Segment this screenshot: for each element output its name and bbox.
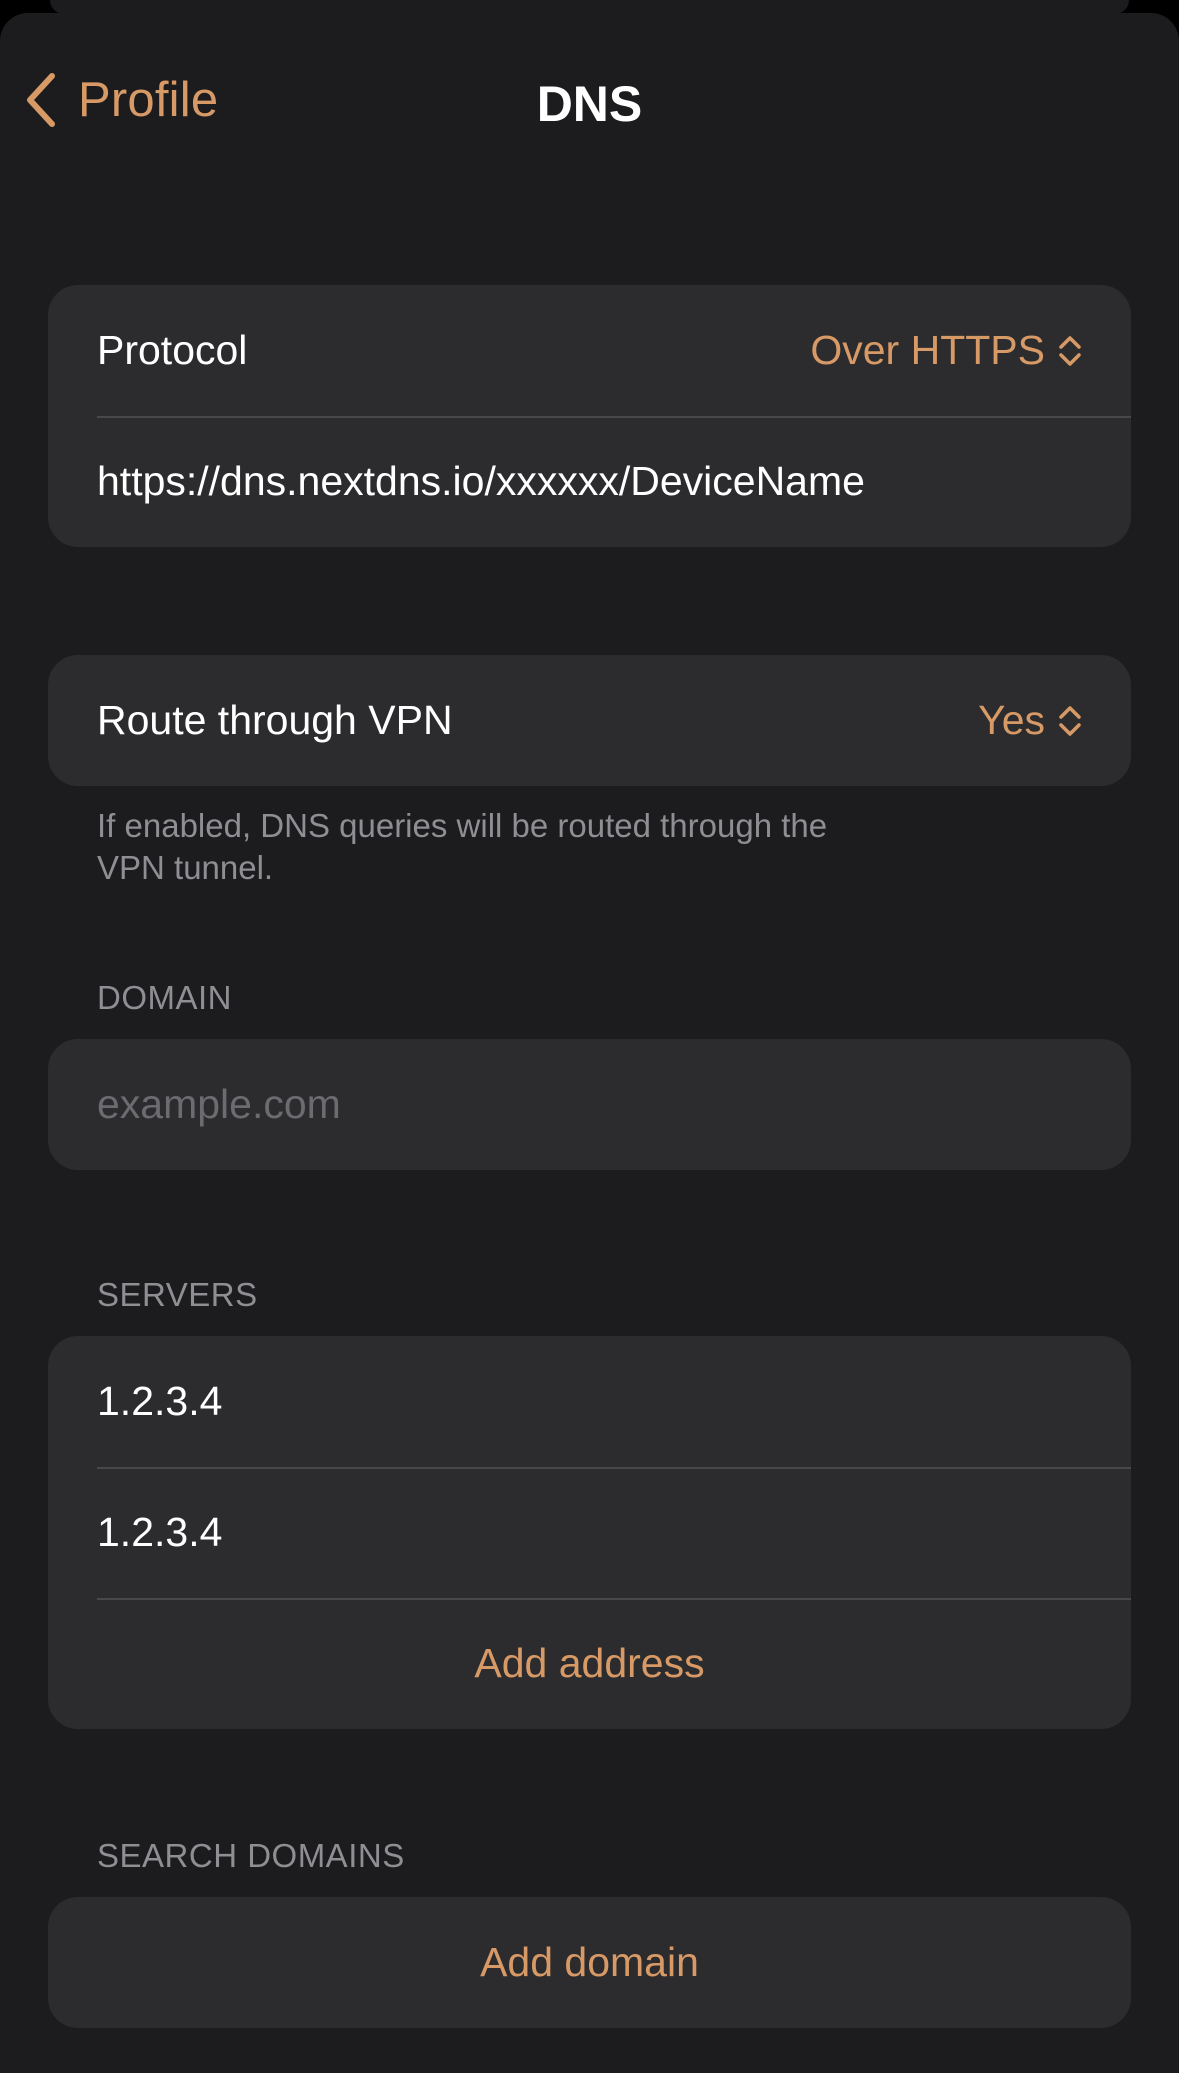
chevron-up-down-icon [1045, 333, 1083, 369]
server-url-row[interactable]: https://dns.nextdns.io/xxxxxx/DeviceName [48, 416, 1131, 547]
protocol-group: Protocol Over HTTPS https://dns.nextdns.… [48, 285, 1131, 547]
servers-section-header: SERVERS [97, 1276, 258, 1313]
protocol-value: Over HTTPS [810, 327, 1045, 373]
page-title: DNS [536, 76, 643, 132]
route-vpn-label: Route through VPN [97, 697, 453, 743]
server-address-row[interactable]: 1.2.3.4 [48, 1336, 1131, 1467]
dns-settings-sheet: Profile DNS Protocol Over HTTPS https://… [0, 13, 1179, 2073]
server-address[interactable]: 1.2.3.4 [97, 1509, 222, 1556]
servers-group: 1.2.3.4 1.2.3.4 Add address [48, 1336, 1131, 1729]
domain-input[interactable] [97, 1081, 1083, 1128]
domain-group [48, 1039, 1131, 1170]
add-domain-button[interactable]: Add domain [480, 1939, 699, 1986]
route-vpn-footer-line: If enabled, DNS queries will be routed t… [97, 807, 828, 844]
add-address-button[interactable]: Add address [474, 1640, 704, 1687]
server-url-field[interactable]: https://dns.nextdns.io/xxxxxx/DeviceName [97, 458, 865, 505]
protocol-label: Protocol [97, 327, 248, 373]
search-domains-group: Add domain [48, 1897, 1131, 2028]
route-vpn-footer: If enabled, DNS queries will be routed t… [97, 805, 997, 889]
add-domain-row[interactable]: Add domain [48, 1897, 1131, 2028]
server-address[interactable]: 1.2.3.4 [97, 1378, 222, 1425]
chevron-up-down-icon [1045, 703, 1083, 739]
route-vpn-picker[interactable]: Yes [978, 697, 1083, 744]
domain-row[interactable] [48, 1039, 1131, 1170]
domain-section-header: DOMAIN [97, 979, 232, 1016]
add-address-row[interactable]: Add address [48, 1598, 1131, 1729]
server-address-row[interactable]: 1.2.3.4 [48, 1467, 1131, 1598]
search-domains-section-header: SEARCH DOMAINS [97, 1837, 405, 1874]
route-vpn-value: Yes [978, 697, 1045, 743]
route-vpn-footer-line: VPN tunnel. [97, 849, 274, 886]
background-sheet [50, 0, 1129, 14]
route-vpn-group: Route through VPN Yes [48, 655, 1131, 786]
route-vpn-row[interactable]: Route through VPN Yes [48, 655, 1131, 786]
protocol-picker[interactable]: Over HTTPS [810, 327, 1083, 374]
navigation-bar: Profile DNS [0, 13, 1179, 183]
protocol-row[interactable]: Protocol Over HTTPS [48, 285, 1131, 416]
